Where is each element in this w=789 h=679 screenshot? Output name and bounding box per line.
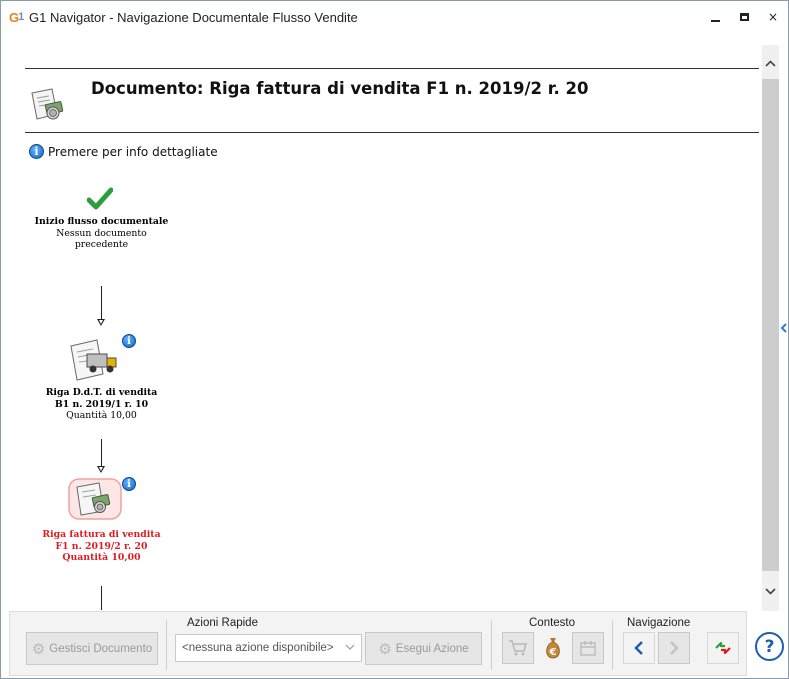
- scrollbar-thumb[interactable]: [762, 79, 779, 571]
- invoice-node-name: Riga fattura di vendita: [42, 529, 161, 540]
- maximize-icon: [739, 13, 749, 21]
- ddt-node-ref: B1 n. 2019/1 r. 10: [54, 398, 149, 410]
- header-top-divider: [25, 68, 759, 69]
- flow-node-ddt[interactable]: Riga D.d.T. di vendita B1 n. 2019/1 r. 1…: [29, 387, 174, 422]
- flow-start-title: Inizio flusso documentale: [34, 216, 169, 227]
- quick-action-value: <nessuna azione disponibile>: [182, 642, 334, 654]
- calendar-icon: [580, 641, 596, 656]
- toolbar-separator: [612, 620, 613, 670]
- vertical-scrollbar[interactable]: [762, 45, 779, 611]
- flow-arrow-head-icon: [97, 466, 105, 473]
- invoice-info-icon[interactable]: i: [122, 477, 136, 491]
- scroll-up-icon[interactable]: [762, 55, 779, 72]
- document-title: Documento: Riga fattura di vendita F1 n.…: [91, 79, 589, 98]
- flow-arrow-line: [101, 586, 102, 610]
- toolbar-separator: [491, 620, 492, 670]
- app-logo-icon: G1: [9, 9, 25, 25]
- sync-link-icon: [715, 641, 731, 655]
- invoice-node-qty: Quantità 10,00: [62, 552, 141, 563]
- euro-money-bag-icon: €: [546, 638, 560, 659]
- invoice-document-icon[interactable]: [67, 477, 123, 521]
- ddt-info-icon[interactable]: i: [122, 334, 136, 348]
- navigator-window: G1 G1 Navigator - Navigazione Documental…: [0, 0, 789, 679]
- flow-start-line-2: precedente: [74, 239, 129, 250]
- quick-action-select[interactable]: <nessuna azione disponibile>: [175, 634, 362, 662]
- navigate-back-button[interactable]: [623, 632, 655, 664]
- info-hint[interactable]: i Premere per info dettagliate: [29, 144, 218, 159]
- scroll-down-icon[interactable]: [762, 583, 779, 600]
- bottom-toolbar: ⚙ Gestisci Documento Azioni Rapide <ness…: [9, 611, 747, 676]
- gear-icon: ⚙: [378, 640, 392, 658]
- navigate-forward-button[interactable]: [658, 632, 690, 664]
- flow-arrow-head-icon: [97, 319, 105, 326]
- flow-node-current-invoice[interactable]: Riga fattura di vendita F1 n. 2019/2 r. …: [29, 529, 174, 564]
- info-hint-text: Premere per info dettagliate: [48, 144, 218, 159]
- manage-document-button[interactable]: ⚙ Gestisci Documento: [26, 632, 158, 665]
- close-button[interactable]: ×: [756, 1, 789, 33]
- ddt-node-name: Riga D.d.T. di vendita: [45, 387, 158, 398]
- gear-icon: ⚙: [31, 640, 46, 658]
- chevron-left-icon: [634, 641, 643, 655]
- invoice-document-icon: [31, 88, 64, 120]
- delivery-truck-document-icon[interactable]: [67, 336, 119, 382]
- flow-arrow-line: [101, 439, 102, 467]
- cart-button[interactable]: [502, 632, 534, 664]
- help-button[interactable]: ?: [755, 632, 784, 661]
- execute-action-button[interactable]: ⚙ Esegui Azione: [365, 632, 482, 665]
- calendar-button[interactable]: [572, 632, 604, 664]
- svg-text:€: €: [549, 647, 557, 658]
- header-bottom-divider: [25, 132, 759, 133]
- chevron-right-icon: [670, 641, 679, 655]
- minimize-icon: [710, 20, 720, 22]
- side-panel-expand-icon[interactable]: [780, 317, 789, 339]
- execute-action-label: Esegui Azione: [395, 642, 469, 655]
- refresh-link-button[interactable]: [707, 632, 739, 664]
- flow-start-node: Inizio flusso documentale Nessun documen…: [29, 216, 174, 251]
- title-bar: G1 G1 Navigator - Navigazione Documental…: [1, 1, 788, 33]
- ddt-node-qty: Quantità 10,00: [66, 410, 137, 421]
- manage-document-label: Gestisci Documento: [49, 642, 153, 655]
- flow-start-line-1: Nessun documento: [56, 227, 147, 239]
- invoice-node-ref: F1 n. 2019/2 r. 20: [55, 540, 148, 552]
- checkmark-icon: [87, 187, 113, 210]
- flow-content-panel: Documento: Riga fattura di vendita F1 n.…: [11, 44, 777, 610]
- azioni-rapide-label: Azioni Rapide: [187, 617, 258, 629]
- shopping-cart-icon: [509, 640, 527, 656]
- money-bag-button[interactable]: €: [537, 632, 569, 664]
- info-icon: i: [29, 144, 44, 159]
- window-title: G1 Navigator - Navigazione Documentale F…: [29, 9, 358, 25]
- flow-arrow-line: [101, 286, 102, 320]
- navigazione-label: Navigazione: [627, 617, 691, 629]
- toolbar-separator: [166, 620, 167, 670]
- contesto-label: Contesto: [529, 617, 576, 629]
- chevron-down-icon: [345, 642, 355, 653]
